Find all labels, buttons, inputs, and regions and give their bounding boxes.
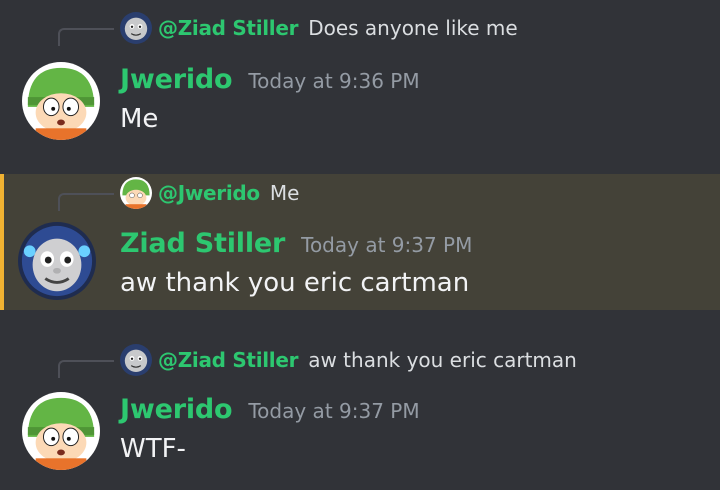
reply-preview[interactable]: @Ziad Stiller Does anyone like me bbox=[120, 12, 518, 44]
message-header: Jwerido Today at 9:37 PM bbox=[120, 394, 420, 425]
reply-avatar-thomas-icon bbox=[120, 12, 152, 44]
avatar-thomas-icon[interactable] bbox=[18, 222, 96, 300]
reply-connector bbox=[58, 360, 114, 378]
reply-avatar-kyle-icon bbox=[120, 177, 152, 209]
author-name[interactable]: Ziad Stiller bbox=[120, 228, 285, 259]
message-text: WTF- bbox=[120, 434, 186, 464]
message-header: Jwerido Today at 9:36 PM bbox=[120, 64, 420, 95]
reply-text[interactable]: Me bbox=[270, 181, 300, 205]
reply-connector bbox=[58, 193, 114, 211]
avatar-kyle-icon[interactable] bbox=[22, 62, 100, 140]
timestamp: Today at 9:37 PM bbox=[248, 399, 420, 423]
reply-author[interactable]: @Ziad Stiller bbox=[158, 348, 299, 372]
message-text: Me bbox=[120, 104, 159, 134]
reply-author[interactable]: @Jwerido bbox=[158, 181, 260, 205]
chat-messages: @Ziad Stiller Does anyone like me Jwerid… bbox=[0, 0, 720, 490]
author-name[interactable]: Jwerido bbox=[120, 64, 233, 95]
message-3[interactable]: @Ziad Stiller aw thank you eric cartman … bbox=[0, 330, 720, 490]
timestamp: Today at 9:37 PM bbox=[301, 233, 473, 257]
reply-text[interactable]: Does anyone like me bbox=[308, 16, 518, 40]
author-name[interactable]: Jwerido bbox=[120, 394, 233, 425]
reply-preview[interactable]: @Jwerido Me bbox=[120, 177, 299, 209]
avatar-kyle-icon[interactable] bbox=[22, 392, 100, 470]
timestamp: Today at 9:36 PM bbox=[248, 69, 420, 93]
message-header: Ziad Stiller Today at 9:37 PM bbox=[120, 228, 472, 259]
reply-connector bbox=[58, 28, 114, 46]
reply-author[interactable]: @Ziad Stiller bbox=[158, 16, 299, 40]
reply-text[interactable]: aw thank you eric cartman bbox=[308, 348, 577, 372]
message-text: aw thank you eric cartman bbox=[120, 268, 470, 298]
message-2[interactable]: @Jwerido Me Ziad Stiller Today at 9:37 P… bbox=[0, 174, 720, 310]
reply-preview[interactable]: @Ziad Stiller aw thank you eric cartman bbox=[120, 344, 577, 376]
reply-avatar-thomas-icon bbox=[120, 344, 152, 376]
message-1[interactable]: @Ziad Stiller Does anyone like me Jwerid… bbox=[0, 0, 720, 170]
